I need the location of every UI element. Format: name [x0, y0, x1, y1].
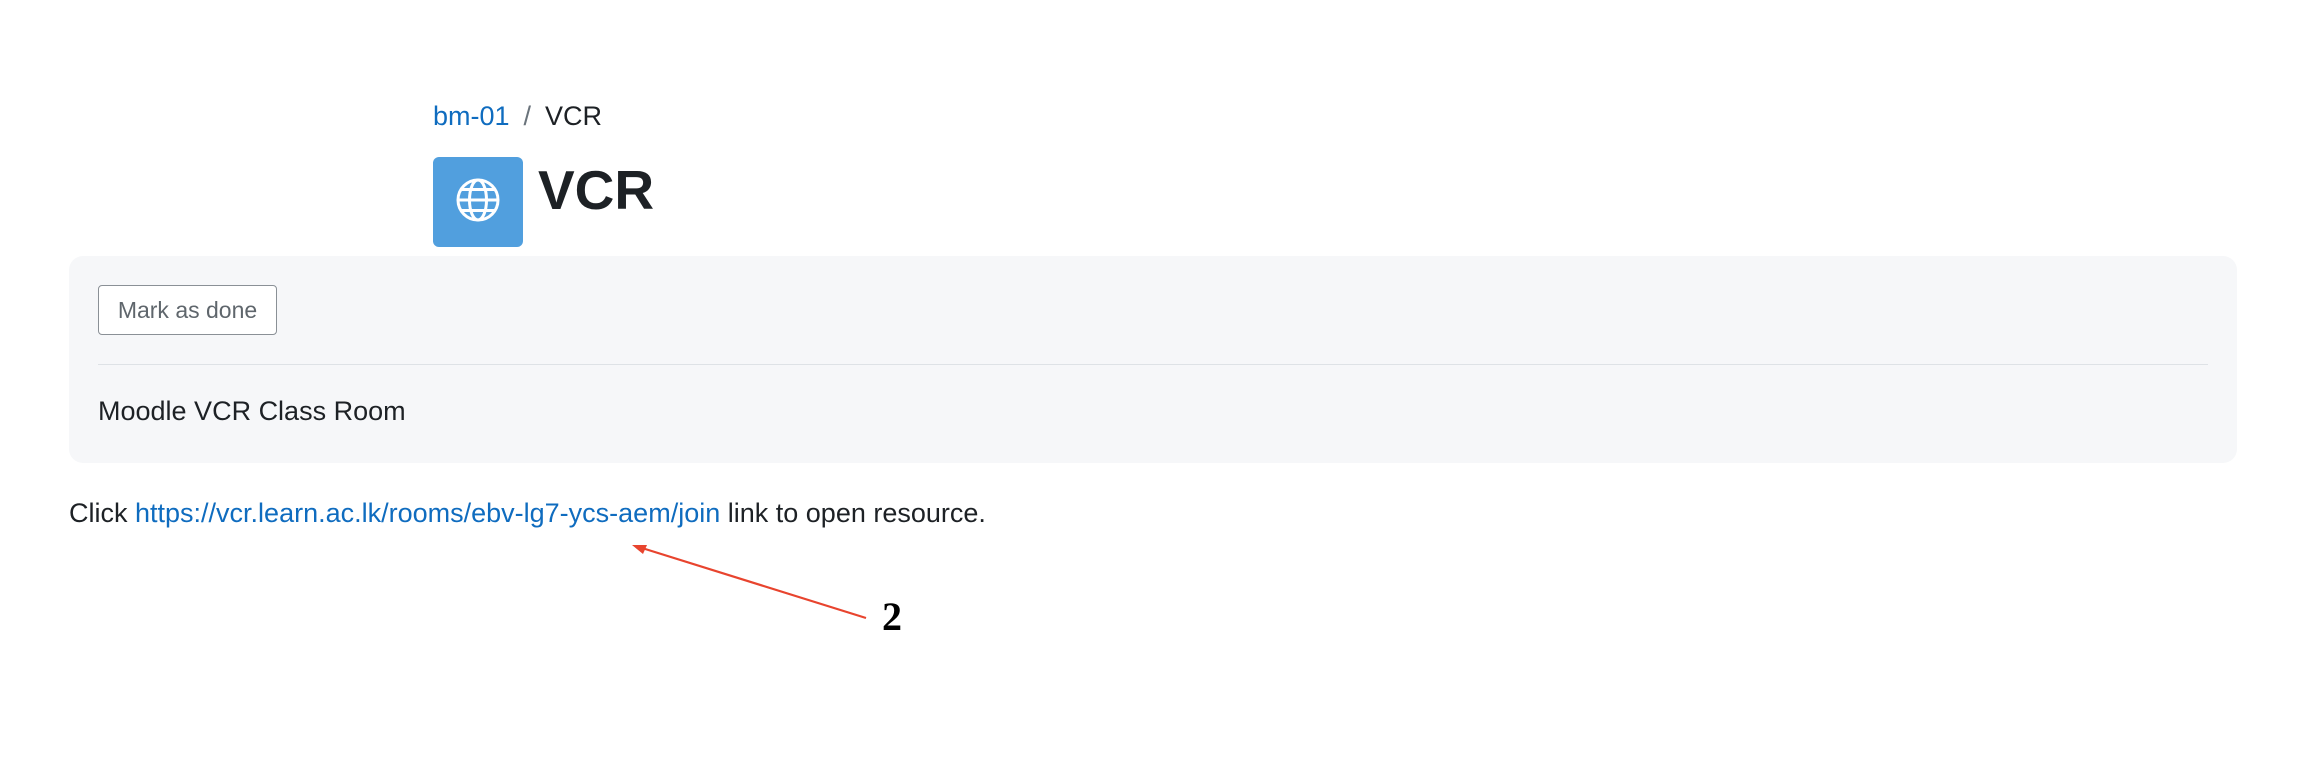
activity-description: Moodle VCR Class Room: [98, 396, 406, 426]
page-title: VCR: [538, 159, 655, 221]
url-prefix: Click: [69, 498, 128, 528]
globe-icon: [455, 177, 501, 228]
breadcrumb-link-course[interactable]: bm-01: [433, 98, 510, 134]
url-resource-text: Click https://vcr.learn.ac.lk/rooms/ebv-…: [69, 495, 986, 531]
mark-as-done-button[interactable]: Mark as done: [98, 285, 277, 335]
breadcrumb-separator: /: [523, 101, 532, 131]
panel-divider: [98, 364, 2208, 365]
annotation-label: 2: [882, 594, 902, 639]
url-suffix: link to open resource.: [727, 498, 986, 528]
resource-url-link[interactable]: https://vcr.learn.ac.lk/rooms/ebv-lg7-yc…: [135, 498, 720, 528]
activity-info-panel: Mark as done Moodle VCR Class Room: [69, 256, 2237, 463]
breadcrumb: bm-01 / VCR: [433, 98, 602, 134]
breadcrumb-current: VCR: [545, 101, 603, 131]
page: bm-01 / VCR VCR Mark as done Moodle VCR …: [0, 0, 2308, 758]
activity-icon-badge: [433, 157, 523, 247]
